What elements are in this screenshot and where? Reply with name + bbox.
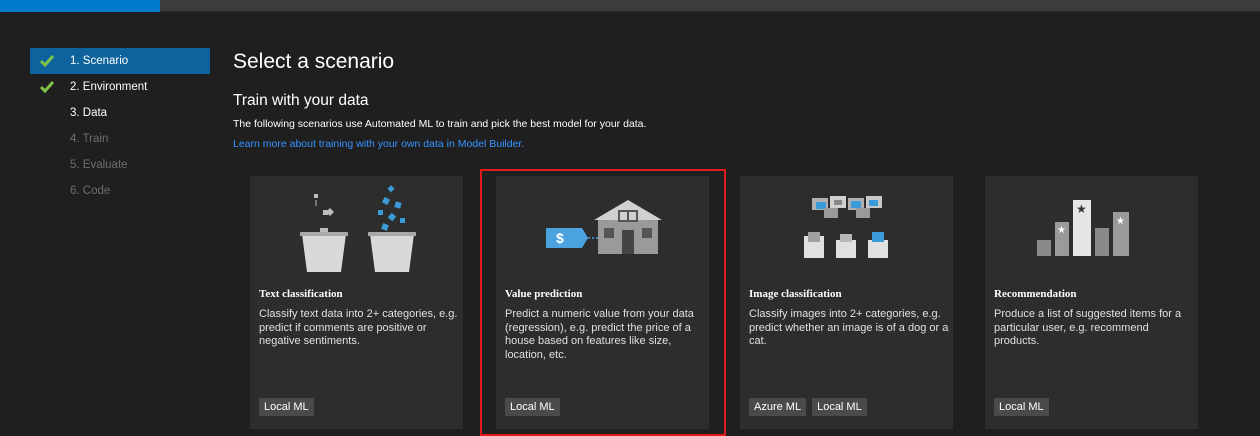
step-train: 4. Train: [30, 126, 210, 152]
card-description: Classify images into 2+ categories, e.g.…: [749, 308, 949, 347]
step-scenario[interactable]: 1. Scenario: [30, 48, 210, 74]
wizard-steps: 1. Scenario 2. Environment 3. Data 4. Tr…: [30, 48, 210, 204]
tag-local-ml: Local ML: [812, 398, 867, 416]
scenario-card-recommendation[interactable]: ★ ★ ★ Recommendation Produce a list of s…: [985, 176, 1198, 429]
main-panel: Select a scenario: [233, 50, 394, 74]
tag-local-ml: Local ML: [994, 398, 1049, 416]
step-code: 6. Code: [30, 178, 210, 204]
card-title: Text classification: [259, 288, 343, 300]
card-description: Classify text data into 2+ categories, e…: [259, 308, 458, 347]
scenario-card-image-classification[interactable]: Image classification Classify images int…: [740, 176, 953, 429]
image-sort-icon: [804, 196, 888, 258]
section-description: The following scenarios use Automated ML…: [233, 118, 647, 130]
card-title: Image classification: [749, 288, 842, 300]
bar-stars-icon: ★ ★ ★: [1037, 200, 1129, 256]
card-tags: Local ML: [259, 398, 314, 416]
card-tags: Local ML: [994, 398, 1049, 416]
step-evaluate: 5. Evaluate: [30, 152, 210, 178]
step-label: 3. Data: [70, 107, 108, 119]
step-label: 1. Scenario: [70, 55, 129, 67]
step-label: 6. Code: [70, 185, 111, 197]
card-description: Produce a list of suggested items for a …: [994, 308, 1182, 347]
step-data[interactable]: 3. Data: [30, 100, 210, 126]
svg-text:★: ★: [1076, 202, 1087, 216]
step-label: 5. Evaluate: [70, 159, 128, 171]
learn-more-link[interactable]: Learn more about training with your own …: [233, 138, 524, 150]
title-bar: [0, 0, 1260, 12]
tag-azure-ml: Azure ML: [749, 398, 807, 416]
card-title: Recommendation: [994, 288, 1077, 300]
scenario-card-text-classification[interactable]: Text classification Classify text data i…: [250, 176, 463, 429]
svg-text:★: ★: [1057, 225, 1066, 236]
step-label: 2. Environment: [70, 81, 148, 93]
step-label: 4. Train: [70, 133, 109, 145]
step-environment[interactable]: 2. Environment: [30, 74, 210, 100]
tag-local-ml: Local ML: [259, 398, 314, 416]
buckets-icon: [300, 185, 416, 272]
active-tab-indicator: [0, 0, 160, 12]
page-title: Select a scenario: [233, 50, 395, 73]
check-icon: [40, 55, 54, 67]
selection-highlight: [480, 169, 726, 436]
section-title: Train with your data: [233, 92, 369, 109]
svg-text:★: ★: [1116, 216, 1125, 227]
card-tags: Azure ML Local ML: [749, 398, 867, 416]
check-icon: [40, 81, 54, 93]
